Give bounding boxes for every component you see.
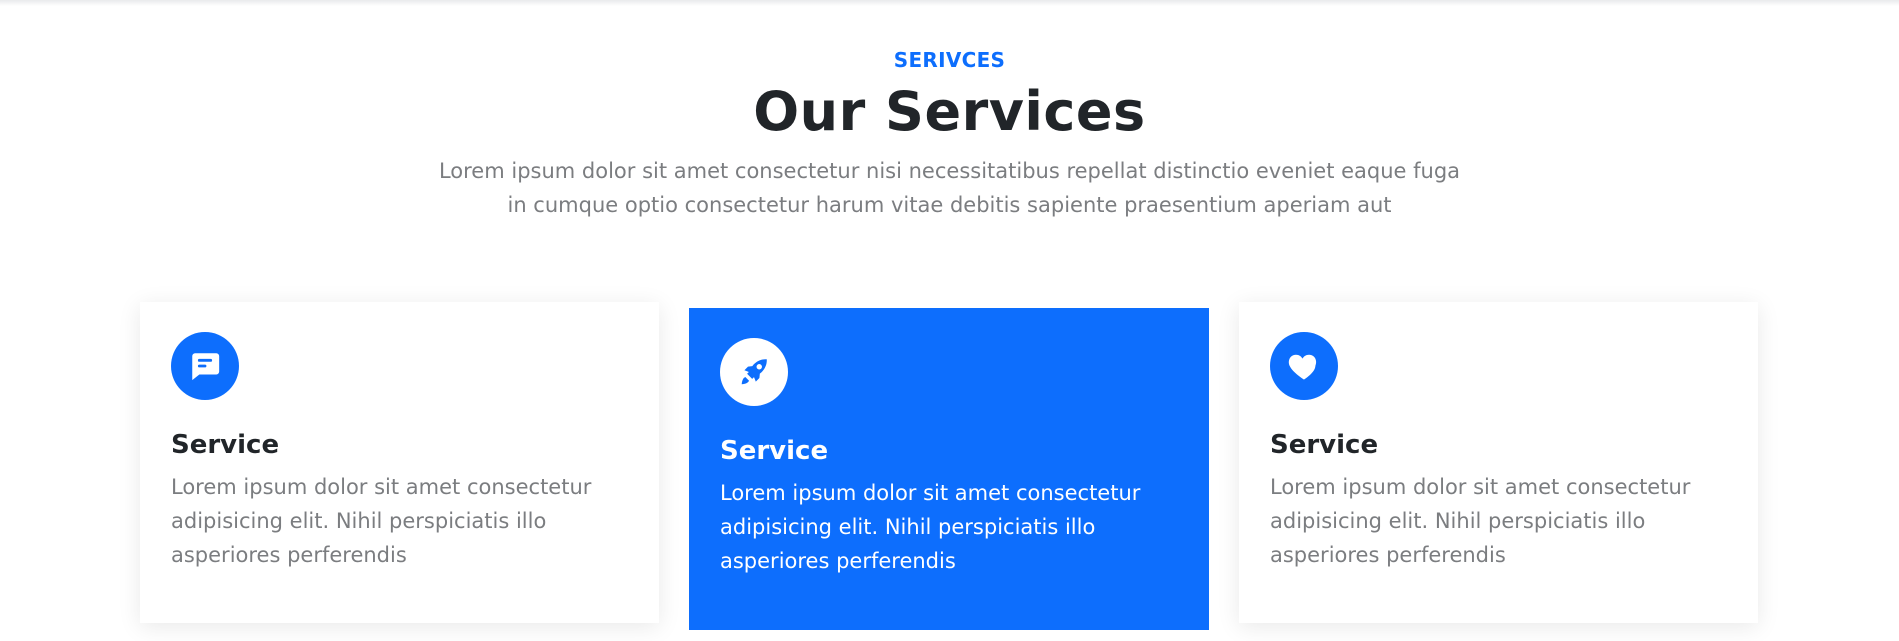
service-card[interactable]: Service Lorem ipsum dolor sit amet conse… <box>1239 302 1758 623</box>
service-card-title: Service <box>171 430 280 460</box>
service-card-title: Service <box>720 436 829 466</box>
service-card-text: Lorem ipsum dolor sit amet consectetur a… <box>720 481 1141 573</box>
service-card[interactable]: Service Lorem ipsum dolor sit amet conse… <box>140 302 659 623</box>
heart-icon <box>1270 332 1338 400</box>
navbar-shadow <box>0 0 1899 6</box>
service-card-title: Service <box>1270 430 1379 460</box>
section-eyebrow: SERIVCES <box>893 48 1006 72</box>
service-card-text: Lorem ipsum dolor sit amet consectetur a… <box>1270 475 1691 567</box>
service-card-active[interactable]: Service Lorem ipsum dolor sit amet conse… <box>689 308 1209 630</box>
rocket-icon <box>720 338 788 406</box>
service-card-text: Lorem ipsum dolor sit amet consectetur a… <box>171 475 592 567</box>
chat-icon <box>171 332 239 400</box>
section-title: Our Services <box>753 80 1146 143</box>
section-subtitle: Lorem ipsum dolor sit amet consectetur n… <box>438 159 1461 217</box>
